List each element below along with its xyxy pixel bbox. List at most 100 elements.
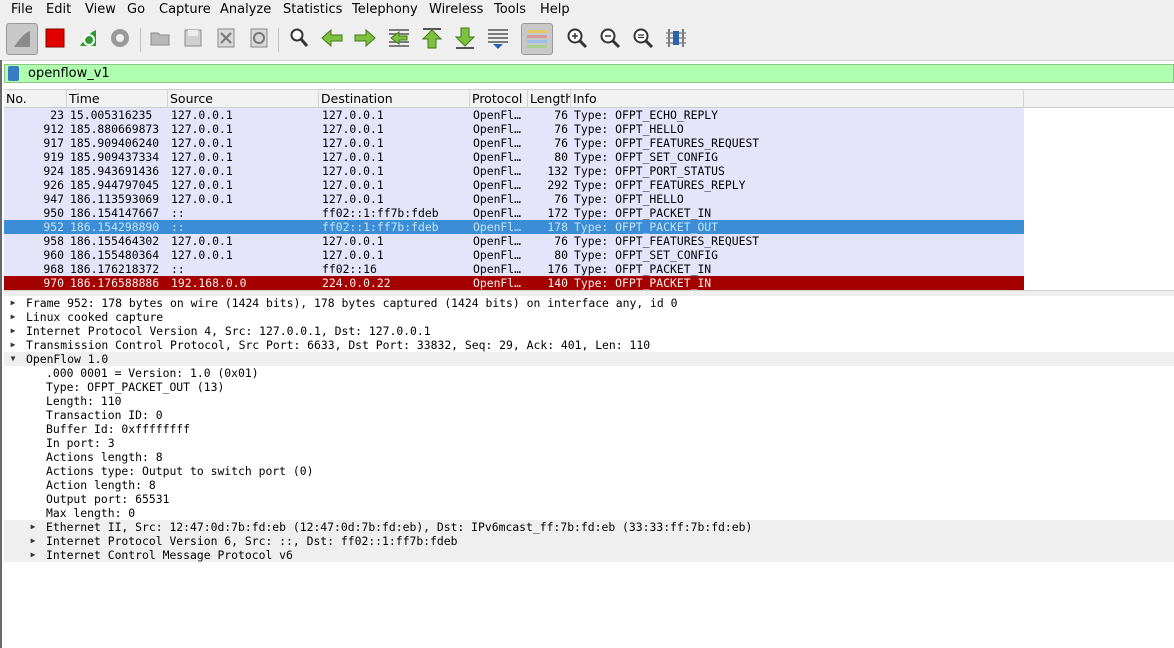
go-forward-button[interactable] — [351, 23, 379, 53]
packet-row[interactable]: 926 185.944797045 127.0.0.1 127.0.0.1 OpenFl… — [4, 178, 1024, 192]
detail-tree-item[interactable]: ▶ Transmission Control Protocol, Src Port… — [4, 338, 1174, 352]
detail-tree-label: Actions length: 8 — [46, 450, 163, 464]
go-to-packet-button[interactable] — [385, 23, 413, 53]
detail-tree-item[interactable]: ▶ Linux cooked capture — [4, 310, 1174, 324]
column-header-source[interactable]: Source — [168, 90, 319, 107]
detail-tree-item[interactable]: Length: 110 — [4, 394, 1174, 408]
packet-cell-info: Type: OFPT_SET_CONFIG — [574, 248, 719, 262]
packet-row[interactable]: 912 185.880669873 127.0.0.1 127.0.0.1 OpenFl… — [4, 122, 1024, 136]
packet-cell-protocol: OpenFl… — [473, 122, 522, 136]
detail-tree-item[interactable]: Max length: 0 — [4, 506, 1174, 520]
menu-help[interactable]: Help — [540, 2, 570, 18]
packet-row[interactable]: 919 185.909437334 127.0.0.1 127.0.0.1 OpenFl… — [4, 150, 1024, 164]
collapsed-arrow-icon[interactable]: ▶ — [28, 548, 38, 562]
packet-cell-time: 186.154298890 — [70, 220, 160, 234]
packet-cell-source: 127.0.0.1 — [171, 178, 233, 192]
restart-capture-button[interactable] — [74, 23, 102, 53]
detail-tree-item[interactable]: ▶ Frame 952: 178 bytes on wire (1424 bits… — [4, 296, 1174, 310]
column-header-protocol[interactable]: Protocol — [470, 90, 528, 107]
display-filter-input[interactable]: openflow_v1 — [28, 66, 110, 81]
collapsed-arrow-icon[interactable]: ▶ — [28, 520, 38, 534]
menu-statistics[interactable]: Statistics — [283, 2, 342, 18]
menu-edit[interactable]: Edit — [46, 2, 71, 18]
detail-tree-label: Internet Protocol Version 4, Src: 127.0.… — [26, 324, 431, 338]
packet-cell-source: 127.0.0.1 — [171, 234, 233, 248]
reload-file-button[interactable] — [245, 23, 273, 53]
detail-tree-item[interactable]: In port: 3 — [4, 436, 1174, 450]
packet-cell-destination: 127.0.0.1 — [322, 108, 384, 122]
column-header-time[interactable]: Time — [67, 90, 168, 107]
last-packet-button[interactable] — [451, 23, 479, 53]
detail-tree-item[interactable]: ▶ Internet Protocol Version 6, Src: ::, D… — [4, 534, 1174, 548]
detail-tree-label: Frame 952: 178 bytes on wire (1424 bits)… — [26, 296, 678, 310]
normal-size-button[interactable] — [629, 23, 657, 53]
menu-analyze[interactable]: Analyze — [220, 2, 271, 18]
packet-cell-info: Type: OFPT_HELLO — [574, 122, 684, 136]
menu-go[interactable]: Go — [127, 2, 145, 18]
menu-telephony[interactable]: Telephony — [352, 2, 418, 18]
column-header-no[interactable]: No. — [4, 90, 67, 107]
find-packet-button[interactable] — [285, 23, 313, 53]
collapsed-arrow-icon[interactable]: ▶ — [8, 324, 18, 338]
packet-cell-length: 80 — [554, 248, 568, 262]
packet-row[interactable]: 950 186.154147667:: ff02::1:ff7b:fdeb OpenF… — [4, 206, 1024, 220]
collapsed-arrow-icon[interactable]: ▶ — [8, 310, 18, 324]
resize-columns-button[interactable] — [662, 23, 690, 53]
packet-cell-time: 185.943691436 — [70, 164, 160, 178]
zoom-in-button[interactable] — [563, 23, 591, 53]
packet-row[interactable]: 924 185.943691436 127.0.0.1 127.0.0.1 OpenFl… — [4, 164, 1024, 178]
packet-cell-info: Type: OFPT_FEATURES_REQUEST — [574, 136, 760, 150]
column-header-info[interactable]: Info — [571, 90, 1024, 107]
open-file-button[interactable] — [146, 23, 174, 53]
detail-tree-item[interactable]: Buffer Id: 0xffffffff — [4, 422, 1174, 436]
packet-cell-info: Type: OFPT_SET_CONFIG — [574, 150, 719, 164]
packet-row[interactable]: 960 186.155480364 127.0.0.1 127.0.0.1 OpenFl… — [4, 248, 1024, 262]
detail-tree-item[interactable]: Output port: 65531 — [4, 492, 1174, 506]
packet-row[interactable]: 952 186.154298890:: ff02::1:ff7b:fdeb OpenF… — [4, 220, 1024, 234]
save-file-button[interactable] — [179, 23, 207, 53]
packet-cell-time: 15.005316235 — [70, 108, 153, 122]
detail-tree-item[interactable]: Actions length: 8 — [4, 450, 1174, 464]
first-packet-button[interactable] — [418, 23, 446, 53]
packet-row[interactable]: 917 185.909406240 127.0.0.1 127.0.0.1 OpenFl… — [4, 136, 1024, 150]
packet-row[interactable]: 947 186.113593069 127.0.0.1 127.0.0.1 OpenFl… — [4, 192, 1024, 206]
column-header-length[interactable]: Length — [528, 90, 571, 107]
go-back-button[interactable] — [318, 23, 346, 53]
detail-tree-item[interactable]: ▶ Internet Control Message Protocol v6 — [4, 548, 1174, 562]
stop-capture-button[interactable] — [41, 23, 69, 53]
autoscroll-button[interactable] — [484, 23, 512, 53]
packet-row[interactable]: 968 186.176218372:: ff02::16 OpenFl… 176 Type… — [4, 262, 1024, 276]
collapsed-arrow-icon[interactable]: ▶ — [28, 534, 38, 548]
start-capture-button[interactable] — [6, 23, 38, 55]
detail-tree-item[interactable]: Actions type: Output to switch port (0) — [4, 464, 1174, 478]
packet-cell-destination: 127.0.0.1 — [322, 248, 384, 262]
packet-row[interactable]: 23 15.005316235 127.0.0.1 127.0.0.1 OpenFl… 7… — [4, 108, 1024, 122]
menu-tools[interactable]: Tools — [494, 2, 526, 18]
capture-options-button[interactable] — [106, 23, 134, 53]
menu-capture[interactable]: Capture — [159, 2, 211, 18]
detail-tree-item[interactable]: Transaction ID: 0 — [4, 408, 1174, 422]
menu-wireless[interactable]: Wireless — [429, 2, 483, 18]
detail-tree-item[interactable]: .000 0001 = Version: 1.0 (0x01) — [4, 366, 1174, 380]
expanded-arrow-icon[interactable]: ▼ — [8, 352, 18, 366]
detail-tree-item[interactable]: Type: OFPT_PACKET_OUT (13) — [4, 380, 1174, 394]
collapsed-arrow-icon[interactable]: ▶ — [8, 338, 18, 352]
packet-row[interactable]: 970 186.176588886 192.168.0.0 224.0.0.22 Ope… — [4, 276, 1024, 290]
packet-list-header: No. Time Source Destination Protocol Len… — [4, 89, 1174, 108]
packet-cell-destination: 127.0.0.1 — [322, 192, 384, 206]
collapsed-arrow-icon[interactable]: ▶ — [8, 296, 18, 310]
first-packet-icon — [421, 28, 443, 49]
colorize-button[interactable] — [521, 23, 553, 55]
menu-view[interactable]: View — [85, 2, 116, 18]
detail-tree-item[interactable]: ▶ Internet Protocol Version 4, Src: 127.0… — [4, 324, 1174, 338]
detail-tree-item[interactable]: Action length: 8 — [4, 478, 1174, 492]
menu-file[interactable]: File — [11, 2, 33, 18]
detail-tree-item[interactable]: ▼ OpenFlow 1.0 — [4, 352, 1174, 366]
close-file-button[interactable] — [212, 23, 240, 53]
zoom-out-button[interactable] — [596, 23, 624, 53]
bookmark-icon[interactable] — [8, 66, 19, 81]
packet-row[interactable]: 958 186.155464302 127.0.0.1 127.0.0.1 OpenFl… — [4, 234, 1024, 248]
display-filter-bar[interactable]: openflow_v1 — [4, 64, 1174, 83]
detail-tree-item[interactable]: ▶ Ethernet II, Src: 12:47:0d:7b:fd:eb (12… — [4, 520, 1174, 534]
column-header-destination[interactable]: Destination — [319, 90, 470, 107]
